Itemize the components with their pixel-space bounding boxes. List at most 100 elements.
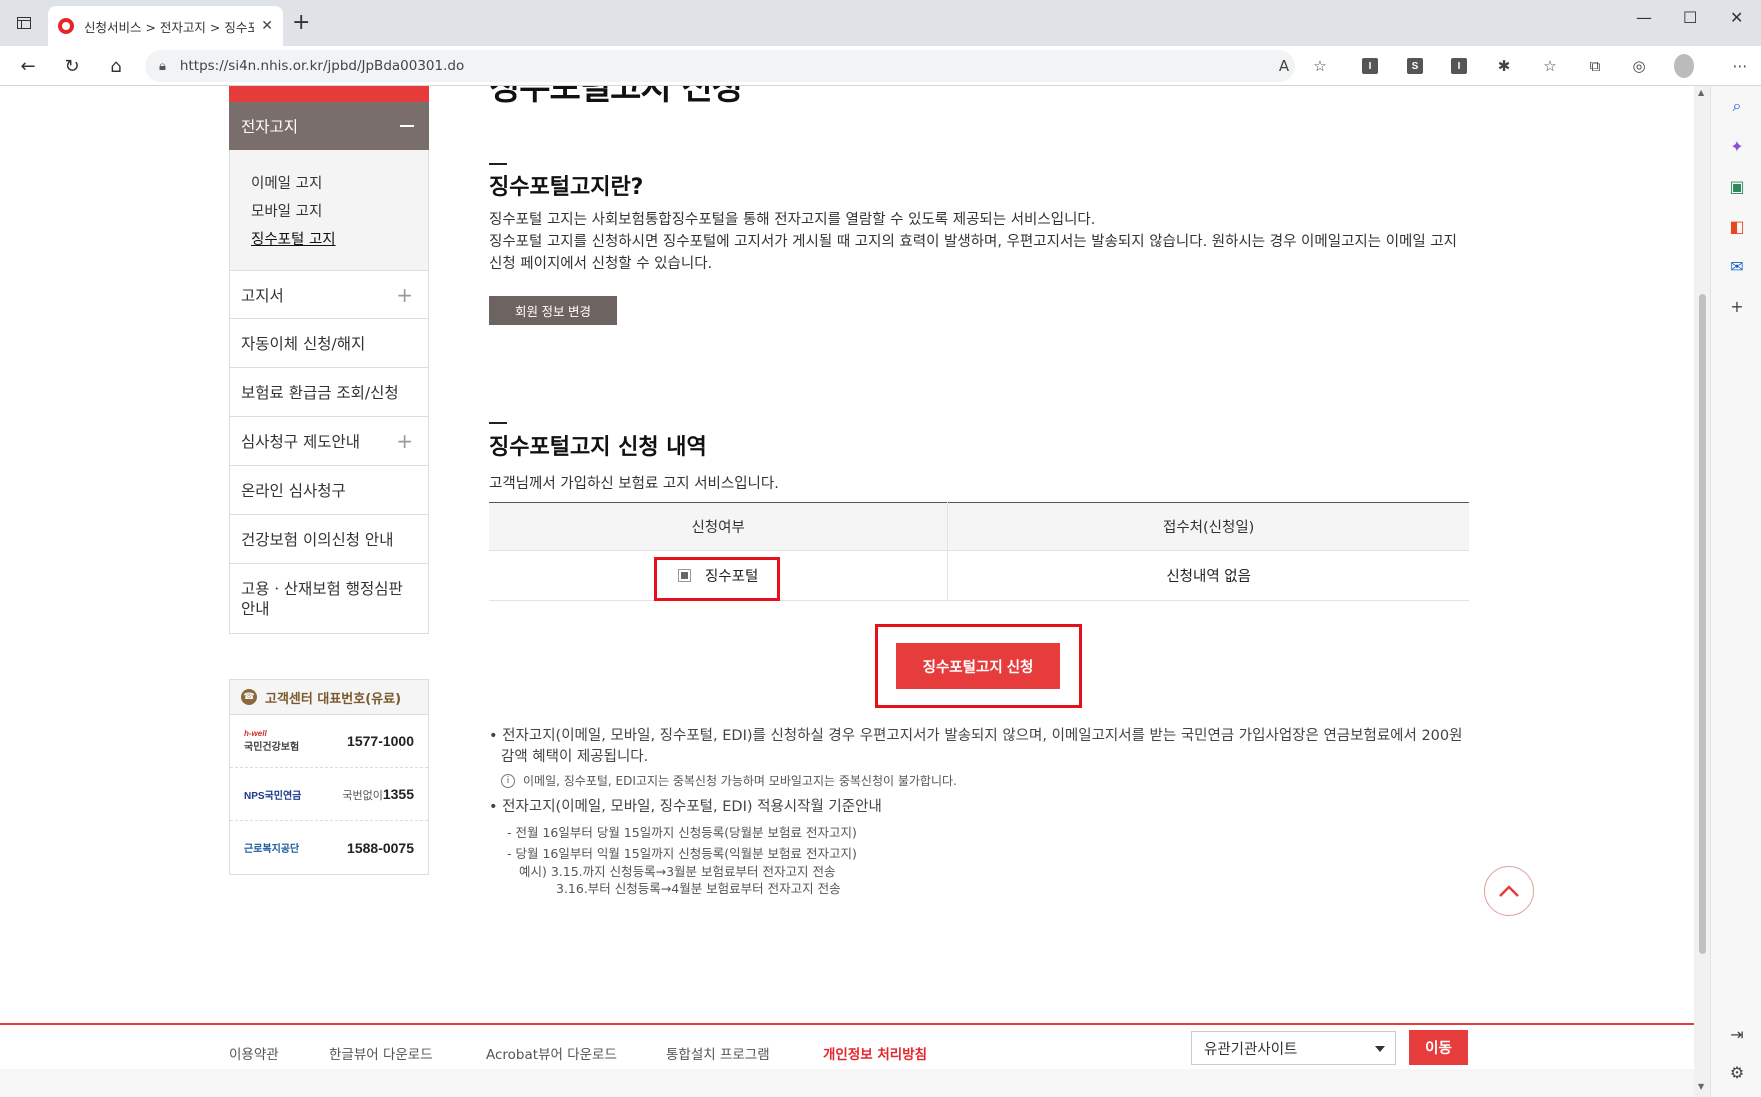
- customer-center-title: 고객센터 대표번호(유료): [265, 691, 402, 707]
- go-button[interactable]: 이동: [1409, 1030, 1468, 1065]
- browser-essentials-icon[interactable]: ◎: [1629, 56, 1649, 76]
- tab-actions-icon[interactable]: [10, 12, 38, 34]
- nav-item-label: 고용ㆍ산재보험 행정심판 안내: [241, 579, 403, 618]
- submenu-portal[interactable]: 징수포털 고지: [251, 228, 428, 256]
- footer-link-terms[interactable]: 이용약관: [229, 1043, 279, 1063]
- nav-item-refund[interactable]: 보험료 환급금 조회/신청: [229, 368, 429, 417]
- nav-item-label: 보험료 환급금 조회/신청: [241, 384, 399, 402]
- nav-item-admin-appeal[interactable]: 고용ㆍ산재보험 행정심판 안내: [229, 564, 429, 634]
- extension-s-icon[interactable]: S: [1405, 56, 1425, 76]
- expand-icon[interactable]: +: [396, 431, 413, 451]
- page-scrollbar[interactable]: ▲ ▼: [1694, 86, 1710, 1097]
- nav-item-review-guide[interactable]: 심사청구 제도안내 +: [229, 417, 429, 466]
- extension-i2-icon[interactable]: I: [1449, 56, 1469, 76]
- related-sites-select[interactable]: 유관기관사이트: [1191, 1031, 1396, 1065]
- close-window-icon[interactable]: ✕: [1730, 8, 1743, 27]
- section1-paragraph2: 징수포털 고지를 신청하시면 징수포털에 고지서가 게시될 때 고지의 효력이 …: [489, 234, 1458, 272]
- collapse-icon[interactable]: [400, 125, 414, 127]
- sidebar-toggle-icon[interactable]: ⇥: [1727, 1024, 1747, 1044]
- contact-row-nps: NPS국민연금 국번없이1355: [230, 768, 428, 821]
- notes-section: • 전자고지(이메일, 모바일, 징수포털, EDI)를 신청하실 경우 우편고…: [489, 726, 1469, 898]
- section2-title: 징수포털고지 신청 내역: [489, 435, 707, 460]
- section1-title: 징수포털고지란?: [489, 175, 644, 200]
- application-table: 신청여부 접수처(신청일) 징수포털 신청내역 없음: [489, 502, 1469, 601]
- contact-row-nhis: h-well 국민건강보험 1577-1000: [230, 715, 428, 768]
- contact-number: 1355: [382, 785, 414, 802]
- more-menu-icon[interactable]: ⋯: [1730, 56, 1750, 76]
- tools-icon[interactable]: ▣: [1727, 176, 1747, 196]
- section-divider: [489, 163, 507, 165]
- highlight-box-checkbox: [654, 557, 780, 601]
- scroll-thumb[interactable]: [1699, 294, 1706, 954]
- expand-icon[interactable]: +: [396, 285, 413, 305]
- url-text: https://si4n.nhis.or.kr/jpbd/JpBda00301.…: [179, 58, 465, 74]
- nav-item-label: 자동이체 신청/해지: [241, 335, 366, 353]
- nav-item-objection[interactable]: 건강보험 이의신청 안내: [229, 515, 429, 564]
- web-page: 전자고지 이메일 고지 모바일 고지 징수포털 고지 고지서 + 자동이체 신청/…: [0, 86, 1694, 1097]
- browser-tab[interactable]: 신청서비스 > 전자고지 > 징수포 ✕: [48, 6, 283, 46]
- profile-icon[interactable]: [1674, 54, 1694, 78]
- url-input[interactable]: 🔒︎ https://si4n.nhis.or.kr/jpbd/JpBda003…: [145, 50, 1295, 82]
- office-icon[interactable]: ◧: [1727, 216, 1747, 236]
- nav-item-label: 고지서: [241, 286, 284, 305]
- apply-portal-notice-button[interactable]: 징수포털고지 신청: [896, 643, 1060, 689]
- footer-link-acrobat[interactable]: Acrobat뷰어 다운로드: [486, 1043, 617, 1063]
- nav-current-label: 전자고지: [241, 118, 299, 136]
- submenu-email[interactable]: 이메일 고지: [251, 172, 428, 200]
- nav-submenu: 이메일 고지 모바일 고지 징수포털 고지: [229, 150, 429, 270]
- nav-item-autopay[interactable]: 자동이체 신청/해지: [229, 319, 429, 368]
- nav-item-bill[interactable]: 고지서 +: [229, 270, 429, 319]
- submenu-mobile[interactable]: 모바일 고지: [251, 200, 428, 228]
- favorites-icon[interactable]: ☆: [1540, 56, 1560, 76]
- nav-current-section[interactable]: 전자고지: [229, 102, 429, 150]
- nav-item-online-review[interactable]: 온라인 심사청구: [229, 466, 429, 515]
- nhis-favicon-icon: [58, 18, 74, 34]
- footer-link-privacy[interactable]: 개인정보 처리방침: [823, 1043, 927, 1063]
- reload-icon[interactable]: ↻: [60, 54, 84, 78]
- copilot-icon[interactable]: ✦: [1727, 136, 1747, 156]
- site-footer: 이용약관 한글뷰어 다운로드 Acrobat뷰어 다운로드 통합설치 프로그램 …: [0, 1023, 1694, 1097]
- new-tab-icon[interactable]: +: [292, 10, 310, 35]
- page-title: 징수포털고지 신청: [489, 86, 743, 108]
- scroll-down-icon[interactable]: ▼: [1698, 1082, 1704, 1091]
- scroll-top-button[interactable]: [1484, 866, 1534, 916]
- section-divider: [489, 422, 507, 424]
- member-info-change-button[interactable]: 회원 정보 변경: [489, 296, 617, 325]
- scroll-up-icon[interactable]: ▲: [1698, 88, 1704, 97]
- add-icon[interactable]: +: [1727, 296, 1747, 316]
- lock-icon[interactable]: 🔒︎: [159, 59, 166, 74]
- note-info: i 이메일, 징수포털, EDI고지는 중복신청 가능하며 모바일고지는 중복신청…: [501, 772, 1469, 789]
- home-icon[interactable]: ⌂: [104, 54, 128, 78]
- left-nav: 전자고지 이메일 고지 모바일 고지 징수포털 고지 고지서 + 자동이체 신청/…: [229, 86, 429, 634]
- customer-center-header: ☎ 고객센터 대표번호(유료): [230, 680, 428, 715]
- nav-top-bar: [229, 86, 429, 102]
- extension-i-icon[interactable]: I: [1360, 56, 1380, 76]
- read-aloud-icon[interactable]: A: [1274, 56, 1294, 76]
- contact-prefix: 국번없이: [342, 789, 383, 802]
- back-icon[interactable]: ←: [16, 54, 40, 78]
- nav-item-label: 심사청구 제도안내: [241, 433, 361, 451]
- footer-link-hwp-viewer[interactable]: 한글뷰어 다운로드: [329, 1043, 433, 1063]
- footer-link-installer[interactable]: 통합설치 프로그램: [666, 1043, 770, 1063]
- section1-paragraph1: 징수포털 고지는 사회보험통합징수포털을 통해 전자고지를 열람할 수 있도록 …: [489, 212, 1096, 228]
- extensions-puzzle-icon[interactable]: ✱: [1494, 56, 1514, 76]
- search-icon[interactable]: ⌕: [1727, 96, 1747, 116]
- close-tab-icon[interactable]: ✕: [261, 18, 273, 34]
- settings-gear-icon[interactable]: ⚙: [1727, 1062, 1747, 1082]
- section2-description: 고객님께서 가입하신 보험료 고지 서비스입니다.: [489, 476, 779, 492]
- collections-icon[interactable]: ⧉: [1585, 56, 1605, 76]
- note-sub: - 전월 16일부터 당월 15일까지 신청등록(당월분 보험료 전자고지): [507, 825, 857, 840]
- minimize-icon[interactable]: —: [1636, 8, 1652, 27]
- nhis-logo: h-well 국민건강보험: [244, 729, 300, 753]
- contact-number: 1577-1000: [347, 733, 414, 749]
- address-bar-row: ← ↻ ⌂ 🔒︎ https://si4n.nhis.or.kr/jpbd/Jp…: [0, 46, 1761, 86]
- table-row: 징수포털 신청내역 없음: [489, 550, 1469, 601]
- outlook-icon[interactable]: ✉: [1727, 256, 1747, 276]
- note-example: 예시) 3.15.까지 신청등록→3월분 보험료부터 전자고지 전송: [519, 864, 836, 879]
- add-favorite-icon[interactable]: ☆: [1310, 56, 1330, 76]
- nps-logo: NPS국민연금: [244, 790, 302, 802]
- table-header-receipt: 접수처(신청일): [947, 502, 1469, 551]
- customer-center-box: ☎ 고객센터 대표번호(유료) h-well 국민건강보험 1577-1000 N…: [229, 679, 429, 875]
- contact-number: 1588-0075: [347, 839, 414, 856]
- maximize-icon[interactable]: ☐: [1683, 8, 1697, 27]
